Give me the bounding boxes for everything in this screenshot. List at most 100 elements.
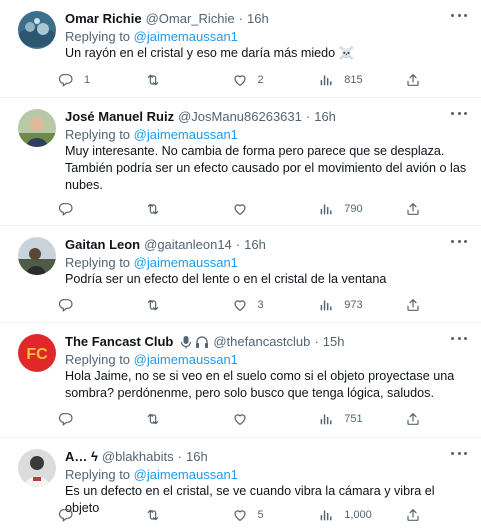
handle[interactable]: @Omar_Richie <box>146 9 235 28</box>
action-bar: 790 <box>58 200 421 218</box>
reply-button[interactable] <box>58 200 138 218</box>
tweet-the-fancast-club[interactable]: FC The Fancast Club @thefancastclub · 15… <box>0 323 481 438</box>
fancast-logo: FC <box>18 334 56 372</box>
microphone-icon <box>181 335 192 348</box>
replying-label: Replying to <box>65 29 134 44</box>
share-button[interactable] <box>405 506 421 524</box>
like-button[interactable]: 5 <box>232 506 312 524</box>
display-name[interactable]: Gaitan Leon <box>65 235 140 254</box>
retweet-icon <box>145 411 161 427</box>
views-count: 815 <box>344 74 363 86</box>
like-button[interactable] <box>232 410 312 428</box>
share-button[interactable] <box>405 410 421 428</box>
display-name[interactable]: Omar Richie <box>65 9 142 28</box>
share-button[interactable] <box>405 296 421 314</box>
like-button[interactable]: 2 <box>232 71 312 89</box>
views-count: 973 <box>344 299 363 311</box>
more-icon[interactable] <box>451 108 467 118</box>
tweet-header: José Manuel Ruiz @JosManu86263631 · 16h <box>65 107 469 126</box>
share-icon <box>405 201 421 217</box>
mention-link[interactable]: @jaimemaussan1 <box>134 255 238 270</box>
reply-feed: Omar Richie @Omar_Richie · 16h Replying … <box>0 0 481 532</box>
display-name[interactable]: A… ϟ <box>65 447 98 466</box>
avatar[interactable] <box>18 237 56 275</box>
share-button[interactable] <box>405 71 421 89</box>
reply-icon <box>58 201 74 217</box>
display-name[interactable]: José Manuel Ruiz <box>65 107 174 126</box>
action-bar: 3 973 <box>58 296 421 314</box>
like-count: 3 <box>257 299 264 311</box>
tweet-blakhabits[interactable]: A… ϟ @blakhabits · 16h Replying to @jaim… <box>0 438 481 532</box>
views-button[interactable]: 815 <box>318 71 398 89</box>
views-icon <box>318 297 334 313</box>
retweet-button[interactable] <box>145 296 225 314</box>
avatar[interactable] <box>18 449 56 487</box>
views-count: 751 <box>344 413 363 425</box>
action-bar: 5 1,000 <box>58 506 421 524</box>
replying-to: Replying to @jaimemaussan1 <box>65 28 469 45</box>
like-count: 5 <box>257 509 264 521</box>
reply-button[interactable]: 1 <box>58 71 138 89</box>
like-button[interactable] <box>232 200 312 218</box>
handle[interactable]: @blakhabits <box>102 447 174 466</box>
mention-link[interactable]: @jaimemaussan1 <box>134 127 238 142</box>
views-icon <box>318 507 334 523</box>
mention-link[interactable]: @jaimemaussan1 <box>134 29 238 44</box>
tweet-omar-richie[interactable]: Omar Richie @Omar_Richie · 16h Replying … <box>0 0 481 98</box>
display-name[interactable]: The Fancast Club <box>65 332 173 351</box>
retweet-button[interactable] <box>145 506 225 524</box>
tweet-text: Hola Jaime, no se si veo en el suelo com… <box>65 369 455 400</box>
avatar[interactable] <box>18 109 56 147</box>
replying-to: Replying to @jaimemaussan1 <box>65 351 469 368</box>
handle[interactable]: @gaitanleon14 <box>144 235 232 254</box>
separator: · <box>305 109 311 124</box>
reply-icon <box>58 297 74 313</box>
views-button[interactable]: 790 <box>318 200 398 218</box>
views-icon <box>318 411 334 427</box>
timestamp[interactable]: 16h <box>314 107 336 126</box>
replying-label: Replying to <box>65 127 134 142</box>
views-button[interactable]: 751 <box>318 410 398 428</box>
like-icon <box>232 507 248 523</box>
reply-count: 1 <box>84 74 91 86</box>
retweet-button[interactable] <box>145 71 225 89</box>
retweet-icon <box>145 201 161 217</box>
more-icon[interactable] <box>451 10 467 20</box>
timestamp[interactable]: 16h <box>186 447 208 466</box>
more-icon[interactable] <box>451 236 467 246</box>
avatar[interactable]: FC <box>18 334 56 372</box>
retweet-button[interactable] <box>145 200 225 218</box>
timestamp[interactable]: 16h <box>244 235 266 254</box>
separator: · <box>177 449 182 464</box>
share-icon <box>405 297 421 313</box>
mention-link[interactable]: @jaimemaussan1 <box>134 467 238 482</box>
views-button[interactable]: 1,000 <box>318 506 398 524</box>
timestamp[interactable]: 15h <box>323 332 345 351</box>
tweet-text: Muy interesante. No cambia de forma pero… <box>65 144 467 192</box>
avatar[interactable] <box>18 11 56 49</box>
reply-button[interactable] <box>58 410 138 428</box>
share-button[interactable] <box>405 200 421 218</box>
reply-button[interactable] <box>58 506 138 524</box>
replying-to: Replying to @jaimemaussan1 <box>65 466 469 483</box>
share-icon <box>405 72 421 88</box>
timestamp[interactable]: 16h <box>247 9 269 28</box>
retweet-icon <box>145 507 161 523</box>
mention-link[interactable]: @jaimemaussan1 <box>134 352 238 367</box>
separator: · <box>235 237 241 252</box>
like-icon <box>232 297 248 313</box>
handle[interactable]: @thefancastclub <box>213 332 310 351</box>
retweet-button[interactable] <box>145 410 225 428</box>
views-button[interactable]: 973 <box>318 296 398 314</box>
tweet-jose-manuel-ruiz[interactable]: José Manuel Ruiz @JosManu86263631 · 16h … <box>0 98 481 226</box>
more-icon[interactable] <box>451 448 467 458</box>
tweet-gaitan-leon[interactable]: Gaitan Leon @gaitanleon14 · 16h Replying… <box>0 226 481 323</box>
like-button[interactable]: 3 <box>232 296 312 314</box>
reply-button[interactable] <box>58 296 138 314</box>
reply-icon <box>58 507 74 523</box>
views-icon <box>318 201 334 217</box>
views-count: 790 <box>344 203 363 215</box>
more-icon[interactable] <box>451 333 467 343</box>
action-bar: 1 2 815 <box>58 71 421 89</box>
handle[interactable]: @JosManu86263631 <box>178 107 302 126</box>
